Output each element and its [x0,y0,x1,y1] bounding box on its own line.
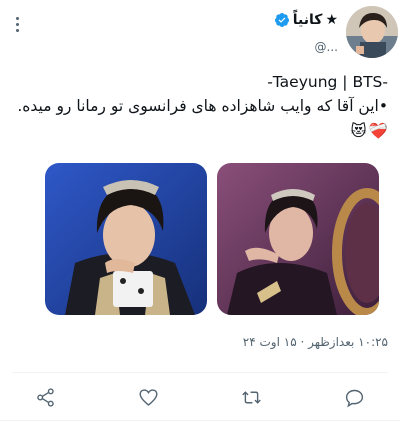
more-options-button[interactable] [9,13,25,35]
more-vertical-icon [15,16,19,20]
share-button[interactable] [32,384,58,410]
tweet-timestamp[interactable]: ۱۰:۲۵ بعدازظهر · ۱۵ اوت ۲۴ [243,335,388,349]
heart-eyes-cat-emoji: 😻 [350,122,367,140]
mending-heart-emoji: ❤️‍🩹 [368,122,388,140]
reply-button[interactable] [341,384,367,410]
avatar[interactable] [346,6,398,58]
photo-2[interactable] [217,163,379,315]
verified-badge-icon [274,13,289,27]
photo-1-image [45,163,207,315]
avatar-image [346,6,398,58]
bottom-divider [0,420,400,421]
display-name[interactable]: کانیاً [293,12,323,28]
more-vertical-icon-dot [15,22,19,26]
photo-2-image [217,163,379,315]
emoji-line: ❤️‍🩹 😻 [12,118,388,144]
tweet-text: -Taeyung | BTS- •این آقا که وایب شاهزاده… [12,70,388,144]
reply-icon [345,389,363,407]
more-vertical-icon-dot [15,28,19,32]
tweet-card[interactable]: ★ کانیاً @... -Taeyung | BTS- •این آقا ک… [0,0,400,428]
heart-icon [138,388,158,406]
media-grid [45,163,380,315]
retweet-button[interactable] [238,384,264,410]
author-name-row[interactable]: ★ کانیاً [274,12,338,28]
author-handle[interactable]: @... [315,40,338,54]
retweet-icon [241,390,261,404]
action-bar [0,380,400,414]
divider [12,372,388,373]
name-star: ★ [325,12,338,28]
tweet-text-line: •این آقا که وایب شاهزاده های فرانسوی تو … [17,97,388,115]
photo-1[interactable] [45,163,207,315]
share-icon [36,387,54,407]
like-button[interactable] [135,384,161,410]
tweet-text-line: -Taeyung | BTS- [267,73,388,91]
